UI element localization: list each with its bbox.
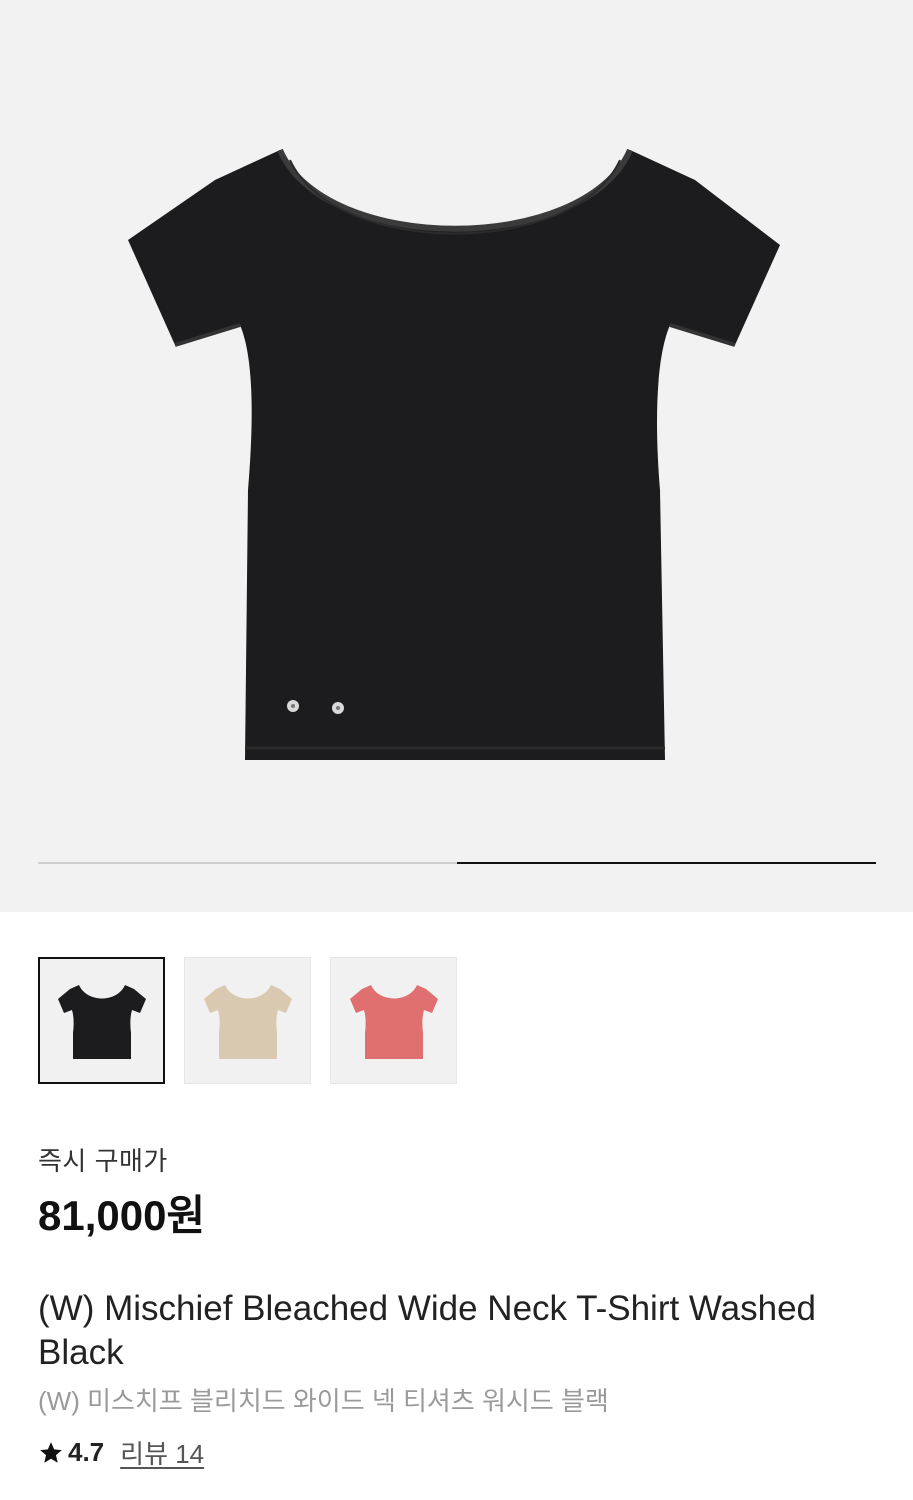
price-label: 즉시 구매가	[38, 1146, 168, 1176]
price-value: 81,000원	[38, 1192, 206, 1239]
product-image-carousel[interactable]	[0, 0, 913, 912]
carousel-progress-bar	[38, 862, 876, 864]
thumbnail-pink[interactable]	[330, 957, 457, 1084]
product-title-korean: (W) 미스치프 블리치드 와이드 넥 티셔츠 워시드 블랙	[38, 1386, 609, 1416]
review-count-link[interactable]: 리뷰 14	[120, 1434, 204, 1471]
carousel-progress-fill	[457, 862, 876, 864]
thumbnail-black[interactable]	[38, 957, 165, 1084]
product-image-black-tshirt	[128, 148, 780, 760]
product-page: 즉시 구매가 81,000원 (W) Mischief Bleached Wid…	[0, 0, 913, 1500]
thumbnail-shirt-image	[203, 984, 292, 1059]
thumbnail-shirt-image	[349, 984, 438, 1059]
thumbnail-shirt-image	[57, 984, 146, 1059]
star-icon	[40, 1441, 62, 1463]
product-title: (W) Mischief Bleached Wide Neck T-Shirt …	[38, 1289, 817, 1372]
color-thumbnails	[38, 957, 457, 1084]
rating-row: 4.7 리뷰 14	[38, 1434, 204, 1471]
thumbnail-beige[interactable]	[184, 957, 311, 1084]
rating-value: 4.7	[68, 1437, 105, 1467]
